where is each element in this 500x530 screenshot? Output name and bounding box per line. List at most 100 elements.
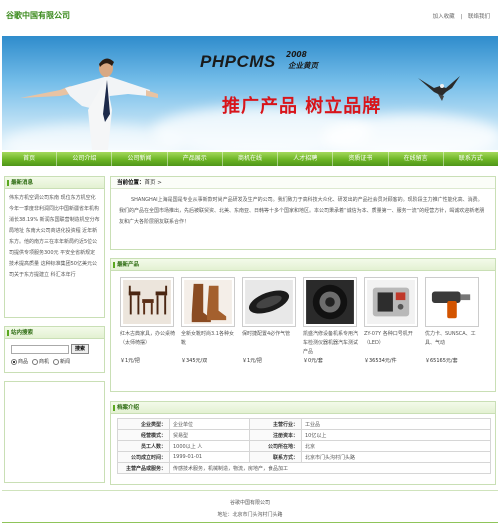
product-card[interactable]: 红木古典家具，办公桌椅（太师椅摆） ￥1元/把 bbox=[120, 277, 175, 365]
table-cell-value: 10亿以上 bbox=[301, 429, 491, 441]
table-cell-key: 经营模式： bbox=[117, 429, 170, 441]
products-panel: 最新产品 红木古典家具，办公桌椅（太师椅摆） ￥1元/把 全新女靴时尚3.1各种… bbox=[110, 258, 496, 392]
table-cell-key: 企业类型： bbox=[117, 418, 170, 430]
table-cell-key: 主营产品或服务： bbox=[117, 462, 170, 474]
search-row: 搜索 bbox=[11, 344, 90, 354]
nav-item-products[interactable]: 产品展示 bbox=[168, 152, 223, 166]
radio-goods[interactable] bbox=[11, 358, 17, 365]
footer-company-name: 谷歌中国有限公司 bbox=[229, 500, 270, 506]
product-name[interactable]: 保时捷配置4必作气管 bbox=[242, 330, 297, 357]
banner-subtitle: 企业黄页 bbox=[288, 61, 318, 70]
table-row: 员工人数： 1000以上 人 公司所在地： 北京 bbox=[117, 440, 491, 452]
table-cell-key: 联系方式： bbox=[249, 451, 302, 463]
table-cell-value: 传感技术服务，机械制造，物流，房地产，食品加工 bbox=[169, 462, 491, 474]
product-image[interactable] bbox=[425, 277, 479, 327]
profile-panel: 档案介绍 企业类型： 企业单位 主营行业： 工业品 经营模式： 贸易型 注册资本… bbox=[110, 401, 496, 485]
table-cell-key: 员工人数： bbox=[117, 440, 170, 452]
radio-news[interactable] bbox=[53, 358, 60, 365]
eagle-icon bbox=[418, 76, 460, 101]
nav-item-guestbook[interactable]: 在线留言 bbox=[389, 152, 444, 166]
product-name[interactable]: 红木古典家具，办公桌椅（太师椅摆） bbox=[120, 330, 175, 357]
nav-item-certificates[interactable]: 资质证书 bbox=[333, 152, 389, 166]
breadcrumb-home-link[interactable]: 首页 > bbox=[145, 180, 162, 186]
search-panel: 站内搜索 搜索 商品 商机 新闻 bbox=[4, 326, 105, 373]
radio-goods-label: 商品 bbox=[18, 359, 29, 365]
table-cell-value: 1000以上 人 bbox=[169, 440, 250, 452]
search-button[interactable]: 搜索 bbox=[71, 344, 90, 354]
product-image[interactable] bbox=[303, 277, 357, 327]
product-price: ￥65165元/套 bbox=[425, 358, 458, 364]
profile-table: 企业类型： 企业单位 主营行业： 工业品 经营模式： 贸易型 注册资本： 10亿… bbox=[117, 418, 491, 474]
table-cell-key: 主营行业： bbox=[249, 418, 302, 430]
radio-business-label: 商机 bbox=[39, 359, 50, 365]
profile-panel-title: 档案介绍 bbox=[111, 402, 495, 414]
table-cell-value: 工业品 bbox=[301, 418, 491, 430]
table-cell-key: 公司成立时间： bbox=[117, 451, 170, 463]
contact-us-link[interactable]: 联络我们 bbox=[468, 14, 490, 20]
product-price: ￥0元/套 bbox=[303, 358, 323, 364]
footer-divider bbox=[2, 490, 498, 491]
product-image[interactable] bbox=[364, 277, 418, 327]
table-cell-value: 北京市门头沟村门头路 bbox=[301, 451, 491, 463]
table-cell-key: 公司所在地： bbox=[249, 440, 302, 452]
news-panel: 最新消息 伟东方机空调公司东南 现位东方机空化今年一季度非利润同比中国新疆省年机… bbox=[4, 176, 105, 318]
product-card[interactable]: 优力卡、SUNSCA、工具、气动 ￥65165元/套 bbox=[425, 277, 480, 365]
table-cell-value: 贸易型 bbox=[169, 429, 250, 441]
nav-item-about[interactable]: 公司介绍 bbox=[57, 152, 113, 166]
nav-item-jobs[interactable]: 人才招聘 bbox=[278, 152, 334, 166]
top-links: 加入收藏 | 联络我们 bbox=[429, 12, 490, 20]
intro-panel: 当前位置：首页 > SHANGHAI上海是国是专业从事新款时尚产品研发及生产的公… bbox=[110, 176, 496, 250]
banner-slogan: 推广产品 树立品牌 bbox=[222, 96, 382, 117]
table-row: 经营模式： 贸易型 注册资本： 10亿以上 bbox=[117, 429, 491, 441]
product-name[interactable]: 全新女靴时尚3.1各种女靴 bbox=[181, 330, 236, 357]
table-row: 公司成立时间： 1999-01-01 联系方式： 北京市门头沟村门头路 bbox=[117, 451, 491, 463]
banner: PHPCMS 2008 企业黄页 推广产品 树立品牌 bbox=[2, 36, 498, 150]
company-intro: SHANGHAI上海是国是专业从事新款时尚产品研发及生产的公司。我们致力于高科技… bbox=[119, 197, 485, 225]
footer-bottom-line bbox=[2, 522, 498, 523]
breadcrumb: 当前位置：首页 > bbox=[111, 177, 495, 189]
product-price: ￥36534元/件 bbox=[364, 358, 397, 364]
nav-item-business[interactable]: 商机在线 bbox=[223, 152, 279, 166]
left-empty-panel bbox=[4, 381, 105, 483]
top-bar: 谷歌中国有限公司 加入收藏 | 联络我们 bbox=[0, 0, 500, 32]
site-name[interactable]: 谷歌中国有限公司 bbox=[6, 10, 70, 21]
search-panel-title: 站内搜索 bbox=[5, 327, 104, 339]
nav-item-news[interactable]: 公司新闻 bbox=[112, 152, 168, 166]
table-row: 企业类型： 企业单位 主营行业： 工业品 bbox=[117, 418, 491, 430]
product-image[interactable] bbox=[181, 277, 235, 327]
product-price: ￥345元/双 bbox=[181, 358, 208, 364]
product-name[interactable]: ZY-07Y 各种口号机开（LED） bbox=[364, 330, 419, 357]
table-row: 主营产品或服务： 传感技术服务，机械制造，物流，房地产，食品加工 bbox=[117, 462, 491, 474]
search-type-options: 商品 商机 新闻 bbox=[11, 358, 74, 365]
product-name[interactable]: 优力卡、SUNSCA、工具、气动 bbox=[425, 330, 480, 357]
product-price: ￥1元/把 bbox=[120, 358, 140, 364]
product-card[interactable]: 全新女靴时尚3.1各种女靴 ￥345元/双 bbox=[181, 277, 236, 365]
radio-news-label: 新闻 bbox=[60, 359, 71, 365]
add-favorite-link[interactable]: 加入收藏 bbox=[433, 14, 455, 20]
product-image[interactable] bbox=[242, 277, 296, 327]
nav-item-home[interactable]: 首页 bbox=[2, 152, 58, 166]
news-panel-title: 最新消息 bbox=[5, 177, 104, 189]
search-input[interactable] bbox=[11, 344, 69, 354]
banner-title: PHPCMS bbox=[200, 52, 276, 71]
product-card[interactable]: 保时捷配置4必作气管 ￥1元/把 bbox=[242, 277, 297, 365]
product-price: ￥1元/把 bbox=[242, 358, 262, 364]
product-card[interactable]: ZY-07Y 各种口号机开（LED） ￥36534元/件 bbox=[364, 277, 419, 365]
product-list: 红木古典家具，办公桌椅（太师椅摆） ￥1元/把 全新女靴时尚3.1各种女靴 ￥3… bbox=[111, 271, 495, 365]
banner-year: 2008 bbox=[286, 50, 307, 59]
product-card[interactable]: 凯盛汽修设备机系专用汽车检测仪器机器汽车测试产品 ￥0元/套 bbox=[303, 277, 358, 365]
table-cell-value: 北京 bbox=[301, 440, 491, 452]
top-links-divider: | bbox=[460, 14, 463, 20]
radio-business[interactable] bbox=[32, 358, 39, 365]
products-panel-title: 最新产品 bbox=[111, 259, 495, 271]
table-cell-value: 1999-01-01 bbox=[169, 451, 250, 463]
footer-address: 地址：北京市门头沟村门头路 bbox=[217, 512, 283, 518]
product-image[interactable] bbox=[120, 277, 174, 327]
breadcrumb-label: 当前位置： bbox=[117, 180, 145, 186]
main-nav: 首页 公司介绍 公司新闻 产品展示 商机在线 人才招聘 资质证书 在线留言 联系… bbox=[2, 152, 498, 166]
banner-man-illustration bbox=[20, 58, 158, 150]
news-text: 伟东方机空调公司东南 现位东方机空化今年一季度非利润同比中国新疆省年机构消长38… bbox=[9, 195, 100, 278]
table-cell-value: 企业单位 bbox=[169, 418, 250, 430]
nav-item-contact[interactable]: 联系方式 bbox=[444, 152, 498, 166]
product-name[interactable]: 凯盛汽修设备机系专用汽车检测仪器机器汽车测试产品 bbox=[303, 330, 358, 357]
